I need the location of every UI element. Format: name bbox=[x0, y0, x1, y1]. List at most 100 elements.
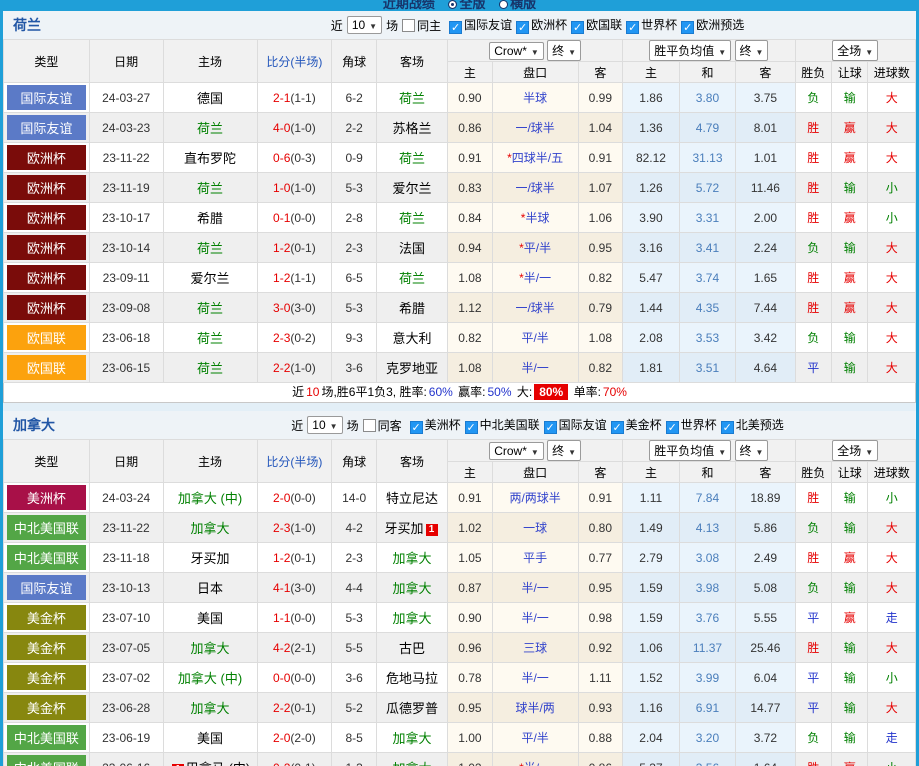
date-cell: 23-09-08 bbox=[88, 292, 164, 323]
handicap-result-cell: 输 bbox=[830, 512, 869, 543]
bookmaker-select[interactable]: Crow* ▼ bbox=[489, 442, 544, 460]
date-cell: 23-07-05 bbox=[88, 632, 164, 663]
league-filter[interactable]: ✓ 美金杯 bbox=[610, 418, 662, 434]
corner-cell: 3-6 bbox=[331, 352, 377, 383]
checkbox-checked-icon[interactable]: ✓ bbox=[449, 21, 463, 34]
date-cell: 23-07-10 bbox=[88, 602, 164, 633]
score-cell: 0-0(0-0) bbox=[256, 662, 333, 693]
team-cell: 加拿大 bbox=[162, 632, 258, 663]
league-filter[interactable]: ✓ 中北美国联 bbox=[464, 418, 540, 434]
final-select[interactable]: 终 ▼ bbox=[547, 40, 582, 61]
team-name: 加拿大 bbox=[392, 731, 432, 746]
corner-cell: 5-3 bbox=[331, 292, 377, 323]
league-badge: 美金杯 bbox=[7, 635, 86, 660]
league-filter[interactable]: ✓ 欧国联 bbox=[571, 18, 622, 34]
recent-count-select[interactable]: 10 ▼ bbox=[346, 16, 383, 34]
avg-draw-cell: 7.84 bbox=[678, 482, 737, 513]
match-row: 美金杯 23-06-28 加拿大 2-2(0-1) 5-2 瓜德罗普 0.95 球半/两 0.9… bbox=[3, 692, 916, 723]
final-select-2[interactable]: 终 ▼ bbox=[734, 440, 769, 461]
match-row: 欧洲杯 23-09-08 荷兰 3-0(3-0) 5-3 希腊 1.12 一/球半 0.79 1.… bbox=[3, 292, 916, 323]
away-odds-cell: 0.77 bbox=[577, 542, 624, 573]
avg-draw-cell: 3.31 bbox=[678, 202, 737, 233]
scope-select[interactable]: 全场 ▼ bbox=[832, 440, 879, 461]
league-filter[interactable]: ✓ 北美预选 bbox=[720, 418, 784, 434]
final-select-2[interactable]: 终 ▼ bbox=[734, 40, 769, 61]
handicap-result-cell: 输 bbox=[830, 352, 869, 383]
team-name: 特立尼达 bbox=[386, 491, 439, 506]
league-filter-label: 世界杯 bbox=[641, 18, 678, 32]
checkbox-checked-icon[interactable]: ✓ bbox=[516, 21, 530, 34]
radio-full-version[interactable] bbox=[448, 0, 458, 9]
recent-count-select[interactable]: 10 ▼ bbox=[307, 416, 343, 434]
radio-full-label[interactable]: 全版 bbox=[459, 0, 485, 11]
filters: 近 10 ▼ 场 同客 ✓ 美洲杯 ✓ 中北美国联 ✓ 国际友谊 ✓ 美金杯 ✓ 世界杯 ✓ 北美预选 bbox=[163, 416, 916, 434]
checkbox-checked-icon[interactable]: ✓ bbox=[464, 421, 478, 434]
corner-cell: 6-2 bbox=[331, 82, 377, 113]
col-date: 日期 bbox=[88, 439, 164, 483]
summary-part: 赢率: bbox=[454, 385, 486, 399]
radio-horizontal-label[interactable]: 横版 bbox=[510, 0, 536, 11]
result-cell: 胜 bbox=[794, 632, 832, 663]
corner-cell: 5-5 bbox=[331, 632, 377, 663]
team-cell: 荷兰 bbox=[162, 232, 258, 263]
halftime-score: (0-0) bbox=[290, 490, 316, 505]
avg-select[interactable]: 胜平负均值 ▼ bbox=[649, 440, 732, 461]
scope-select[interactable]: 全场 ▼ bbox=[832, 40, 879, 61]
date-cell: 23-10-17 bbox=[88, 202, 164, 233]
league-filter[interactable]: ✓ 国际友谊 bbox=[543, 418, 607, 434]
team-name: 危地马拉 bbox=[386, 671, 439, 686]
checkbox-checked-icon[interactable]: ✓ bbox=[610, 421, 624, 434]
checkbox-checked-icon[interactable]: ✓ bbox=[543, 421, 557, 434]
league-filter[interactable]: ✓ 美洲杯 bbox=[409, 418, 461, 434]
bookmaker-select[interactable]: Crow* ▼ bbox=[489, 42, 544, 60]
checkbox-checked-icon[interactable]: ✓ bbox=[720, 421, 734, 434]
checkbox-checked-icon[interactable]: ✓ bbox=[681, 21, 695, 34]
result-cell: 胜 bbox=[794, 202, 832, 233]
same-away-filter[interactable]: 同客 bbox=[362, 417, 402, 434]
team-cell: 牙买加 bbox=[162, 542, 258, 573]
team-name: 克罗地亚 bbox=[386, 361, 439, 376]
result-cell: 胜 bbox=[794, 172, 832, 203]
date-cell: 23-10-13 bbox=[88, 572, 164, 603]
checkbox-checked-icon[interactable]: ✓ bbox=[409, 421, 423, 434]
league-filter[interactable]: ✓ 国际友谊 bbox=[449, 18, 512, 34]
avg-home-cell: 1.49 bbox=[622, 512, 680, 543]
section-band-canada: 加拿大 近 10 ▼ 场 同客 ✓ 美洲杯 ✓ 中北美国联 ✓ 国际友谊 ✓ 美金杯 ✓ 世界杯 ✓ 北… bbox=[3, 411, 916, 439]
score-cell: 0-6(0-3) bbox=[256, 142, 333, 173]
same-home-filter[interactable]: 同主 bbox=[402, 17, 441, 34]
away-odds-cell: 0.98 bbox=[577, 602, 624, 633]
league-filter[interactable]: ✓ 欧洲预选 bbox=[681, 18, 744, 34]
team-name: 荷兰 bbox=[197, 331, 224, 346]
checkbox-unchecked-icon[interactable] bbox=[362, 418, 376, 432]
handicap-cell: 两/两球半 bbox=[491, 482, 579, 513]
avg-select[interactable]: 胜平负均值 ▼ bbox=[649, 40, 732, 61]
col-odds-handicap: 盘口 bbox=[491, 461, 579, 483]
league-filter[interactable]: ✓ 世界杯 bbox=[665, 418, 717, 434]
handicap-cell: *平/半 bbox=[491, 232, 579, 263]
team-name: 荷兰 bbox=[197, 301, 224, 316]
corner-cell: 3-6 bbox=[331, 662, 377, 693]
halftime-score: (1-0) bbox=[290, 360, 316, 375]
handicap-value: 半/一 bbox=[521, 671, 549, 685]
handicap-result-cell: 输 bbox=[830, 232, 869, 263]
goals-result-cell: 大 bbox=[867, 322, 916, 353]
league-filter[interactable]: ✓ 世界杯 bbox=[626, 18, 678, 34]
radio-horizontal-version[interactable] bbox=[499, 0, 509, 9]
team-name: 爱尔兰 bbox=[190, 271, 230, 286]
checkbox-checked-icon[interactable]: ✓ bbox=[571, 21, 585, 34]
home-odds-cell: 1.02 bbox=[447, 752, 493, 766]
corner-cell: 2-2 bbox=[331, 112, 377, 143]
league-filter[interactable]: ✓ 欧洲杯 bbox=[516, 18, 567, 34]
checkbox-unchecked-icon[interactable] bbox=[402, 18, 416, 32]
goals-result-cell: 大 bbox=[867, 572, 916, 603]
league-badge: 美金杯 bbox=[7, 665, 86, 690]
checkbox-checked-icon[interactable]: ✓ bbox=[665, 421, 679, 434]
fulltime-score: 0-0 bbox=[273, 670, 291, 685]
result-cell: 平 bbox=[794, 602, 832, 633]
home-odds-cell: 1.08 bbox=[447, 352, 493, 383]
checkbox-checked-icon[interactable]: ✓ bbox=[626, 21, 640, 34]
col-result: 胜负 bbox=[794, 61, 832, 83]
final-select[interactable]: 终 ▼ bbox=[547, 440, 582, 461]
avg-away-cell: 25.46 bbox=[735, 632, 796, 663]
league-badge: 欧洲杯 bbox=[7, 175, 86, 200]
